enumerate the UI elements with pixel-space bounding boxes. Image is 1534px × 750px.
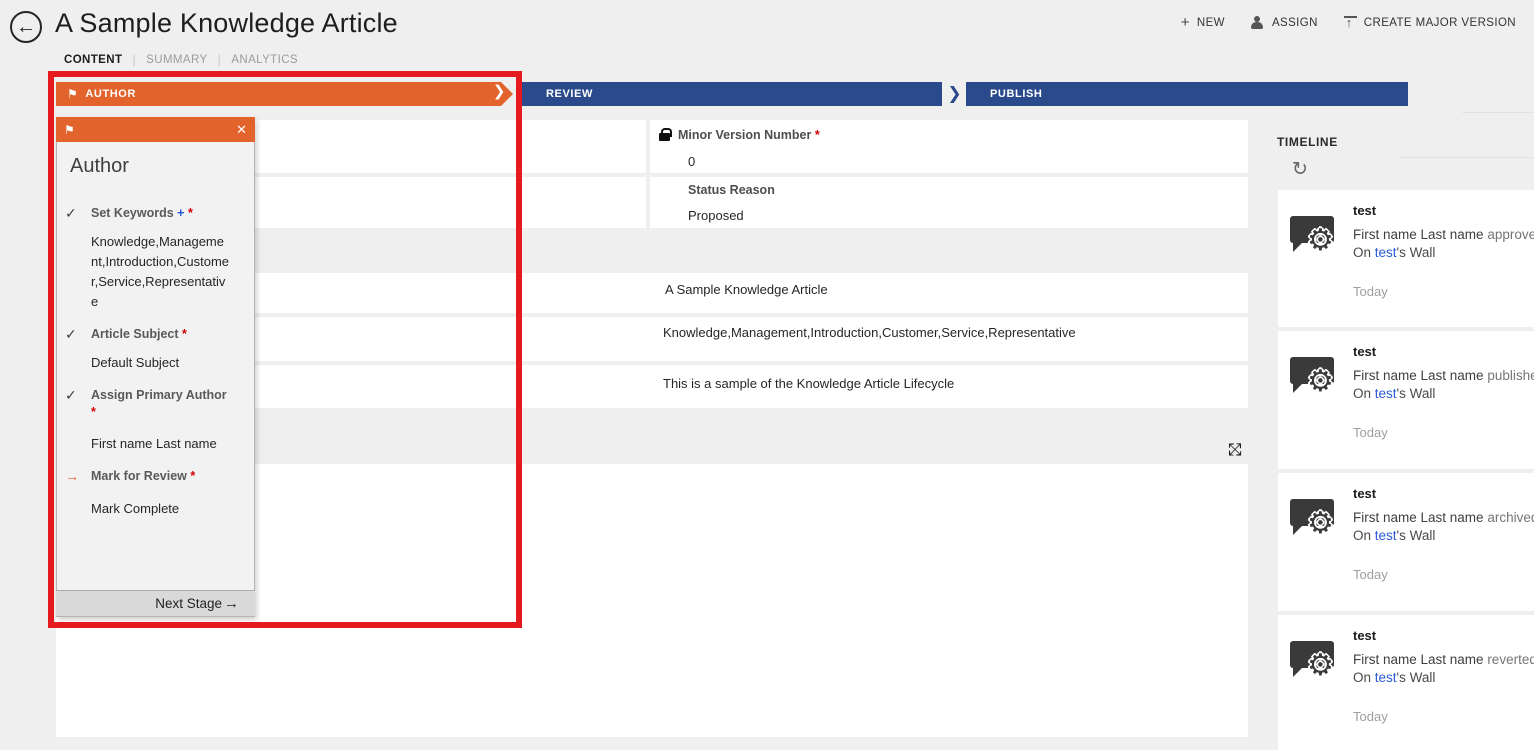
tab-analytics[interactable]: ANALYTICS [231,54,298,66]
system-post-icon: ⚙ [1290,499,1342,551]
system-post-icon: ⚙ [1290,357,1342,409]
assign-person-icon [1251,16,1265,29]
article-title-value: A Sample Knowledge Article [665,282,828,297]
expand-content-icon[interactable]: ⤢ ⤡ [1228,440,1248,460]
wall-link[interactable]: test [1375,245,1397,260]
description-value: This is a sample of the Knowledge Articl… [663,376,954,391]
create-major-version-icon [1344,16,1357,30]
step-mark-for-review[interactable]: → Mark for Review * Mark Complete [57,468,254,519]
step-value[interactable]: Knowledge,Management,Introduction,Custom… [91,232,231,312]
step-value[interactable]: Default Subject [91,353,231,373]
process-stage-publish[interactable]: PUBLISH [966,82,1408,106]
step-article-subject[interactable]: ✓ Article Subject * Default Subject [57,326,254,373]
stage-steps: ✓ Set Keywords + * Knowledge,Management,… [57,205,254,533]
system-post-icon: ⚙ [1290,216,1342,268]
stage-flag-icon: ⚑ [67,87,78,101]
flag-icon: ⚑ [64,123,75,137]
stage-flyout-header: ⚑ ✕ [56,117,255,142]
tab-content[interactable]: CONTENT [64,54,122,66]
form-tabs: CONTENT | SUMMARY | ANALYTICS [64,52,298,67]
plus-icon: + [1181,14,1190,31]
current-step-arrow-icon: → [65,468,82,485]
gear-icon: ⚙ [1307,226,1334,256]
minor-version-field[interactable]: Minor Version Number * 0 [650,120,1248,173]
timeline-separator [1462,112,1534,113]
timeline-separator [1398,157,1534,158]
process-stage-author[interactable]: ⚑ AUTHOR ❯ [56,82,513,106]
post-title[interactable]: test [1353,486,1534,501]
post-date: Today [1353,284,1534,299]
command-bar: + NEW ASSIGN CREATE MAJOR VERSION [1181,14,1516,31]
refresh-icon[interactable]: ↻ [1292,158,1308,181]
check-icon: ✓ [65,387,82,421]
post-title[interactable]: test [1353,344,1534,359]
post-date: Today [1353,709,1534,724]
stage-arrow-gap: ❯ [493,82,506,100]
timeline-title: TIMELINE [1277,135,1338,149]
timeline-post[interactable]: ⚙ test First name Last name archived On … [1278,473,1534,611]
assign-button[interactable]: ASSIGN [1251,16,1318,29]
status-reason-field[interactable]: Status Reason Proposed [650,177,1248,228]
step-assign-primary-author[interactable]: ✓ Assign Primary Author * First name Las… [57,387,254,454]
stage-chevron-icon: ❯ [943,82,966,106]
stage-flyout: ⚑ ✕ Author ✓ Set Keywords + * Knowledge,… [56,117,255,617]
wall-link[interactable]: test [1375,670,1397,685]
lock-icon [659,128,670,141]
process-stage-review[interactable]: REVIEW [522,82,942,106]
create-major-version-button[interactable]: CREATE MAJOR VERSION [1344,16,1516,30]
step-set-keywords[interactable]: ✓ Set Keywords + * Knowledge,Management,… [57,205,254,312]
gear-icon: ⚙ [1307,367,1334,397]
wall-link[interactable]: test [1375,386,1397,401]
post-title[interactable]: test [1353,203,1534,218]
expand-arrow-nw-se: ⤡ [1228,440,1242,460]
next-stage-arrow-icon: → [224,595,239,612]
timeline-post[interactable]: ⚙ test First name Last name reverted On … [1278,615,1534,750]
gear-icon: ⚙ [1307,651,1334,681]
page-title: A Sample Knowledge Article [55,8,398,39]
tab-separator: | [132,52,136,67]
gear-icon: ⚙ [1307,509,1334,539]
timeline-post[interactable]: ⚙ test First name Last name published On… [1278,331,1534,469]
step-value[interactable]: First name Last name [91,434,231,454]
next-stage-button[interactable]: Next Stage → [56,590,255,616]
stage-flyout-title: Author [70,155,129,178]
status-reason-value: Proposed [688,208,1248,223]
post-title[interactable]: test [1353,628,1534,643]
new-button[interactable]: + NEW [1181,14,1225,31]
minor-version-value: 0 [688,154,1248,169]
system-post-icon: ⚙ [1290,641,1342,693]
tab-separator: | [218,52,222,67]
back-button[interactable]: ← [10,11,42,43]
check-icon: ✓ [65,205,82,222]
step-value[interactable]: Mark Complete [91,499,231,519]
post-date: Today [1353,567,1534,582]
post-date: Today [1353,425,1534,440]
close-icon[interactable]: ✕ [236,122,247,138]
tab-summary[interactable]: SUMMARY [146,54,207,66]
keywords-value: Knowledge,Management,Introduction,Custom… [663,325,1076,340]
check-icon: ✓ [65,326,82,343]
timeline-post[interactable]: ⚙ test First name Last name approved On … [1278,190,1534,327]
wall-link[interactable]: test [1375,528,1397,543]
